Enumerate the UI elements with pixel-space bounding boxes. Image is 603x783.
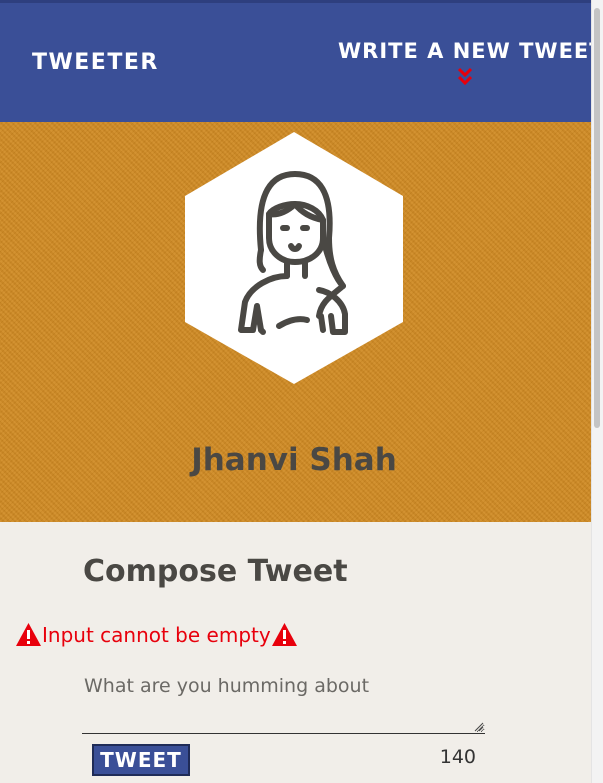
error-message: Input cannot be empty [15,622,298,647]
profile-name: Jhanvi Shah [191,442,397,478]
scrollbar-thumb[interactable] [594,8,600,428]
tweet-submit-button[interactable]: TWEET [92,744,190,776]
avatar [185,132,403,384]
brand-logo[interactable]: TWEETER [32,50,159,75]
tweet-textarea[interactable] [82,672,485,734]
resize-grip-icon[interactable] [474,722,484,732]
vertical-scrollbar[interactable] [591,0,603,783]
double-chevron-down-icon[interactable] [458,67,472,87]
warning-triangle-icon [271,623,297,646]
top-nav: TWEETER WRITE A NEW TWEET [0,0,592,122]
compose-title: Compose Tweet [83,554,348,589]
warning-triangle-icon [16,623,41,646]
profile-banner: Jhanvi Shah [0,122,592,522]
page: TWEETER WRITE A NEW TWEET Jhanvi Shah Co… [0,0,592,783]
character-counter: 140 [439,746,476,768]
error-text: Input cannot be empty [42,622,271,647]
compose-section: Compose Tweet Input cannot be empty TWEE… [0,522,592,783]
write-new-tweet-link[interactable]: WRITE A NEW TWEET [338,39,592,63]
